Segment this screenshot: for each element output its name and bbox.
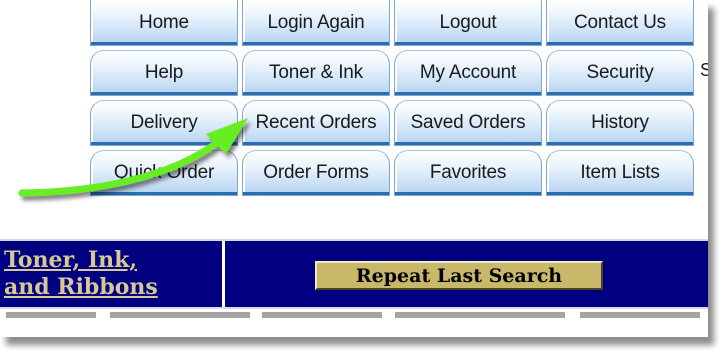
- repeat-last-search-button[interactable]: Repeat Last Search: [315, 261, 603, 290]
- tab-label: Security: [586, 62, 654, 83]
- tab-history[interactable]: History: [546, 100, 694, 146]
- tab-label: Favorites: [429, 162, 507, 183]
- tab-security[interactable]: Security: [546, 50, 694, 96]
- category-banner: Toner, Ink, and Ribbons Repeat Last Sear…: [0, 239, 708, 309]
- link-line-2: and Ribbons: [4, 274, 158, 300]
- cropped-edge-text: S: [700, 60, 708, 80]
- tab-recent-orders[interactable]: Recent Orders: [242, 100, 390, 146]
- tab-label: Help: [144, 62, 184, 83]
- tab-home[interactable]: Home: [90, 0, 238, 46]
- tab-help[interactable]: Help: [90, 50, 238, 96]
- link-line-1: Toner, Ink,: [4, 247, 138, 273]
- tab-label: Item Lists: [580, 162, 660, 183]
- tab-contact-us[interactable]: Contact Us: [546, 0, 694, 46]
- tab-favorites[interactable]: Favorites: [394, 150, 542, 196]
- tab-label: Quick Order: [113, 162, 215, 183]
- tab-label: Saved Orders: [410, 112, 526, 133]
- tab-label: Home: [139, 11, 189, 33]
- tab-label: Delivery: [130, 112, 198, 133]
- tab-delivery[interactable]: Delivery: [90, 100, 238, 146]
- toner-ink-ribbons-link[interactable]: Toner, Ink, and Ribbons: [4, 247, 220, 301]
- tab-label: Order Forms: [263, 162, 369, 183]
- tab-toner-ink[interactable]: Toner & Ink: [242, 50, 390, 96]
- tab-label: Contact Us: [574, 11, 666, 33]
- nav-tab-grid: Home Login Again Logout Contact Us Help …: [0, 0, 708, 205]
- tab-label: My Account: [419, 62, 517, 83]
- tab-quick-order[interactable]: Quick Order: [90, 150, 238, 196]
- tab-order-forms[interactable]: Order Forms: [242, 150, 390, 196]
- tab-logout[interactable]: Logout: [394, 0, 542, 46]
- torn-edge-strip: [0, 312, 708, 318]
- tab-label: Toner & Ink: [269, 62, 363, 83]
- tab-label: Recent Orders: [255, 112, 377, 133]
- tab-my-account[interactable]: My Account: [394, 50, 542, 96]
- screenshot-frame: Home Login Again Logout Contact Us Help …: [0, 0, 708, 337]
- tab-label: History: [591, 112, 649, 133]
- tab-label: Login Again: [267, 11, 365, 33]
- tab-item-lists[interactable]: Item Lists: [546, 150, 694, 196]
- tab-login-again[interactable]: Login Again: [242, 0, 390, 46]
- banner-divider: [222, 241, 225, 307]
- tab-label: Logout: [439, 11, 497, 33]
- tab-saved-orders[interactable]: Saved Orders: [394, 100, 542, 146]
- page: Home Login Again Logout Contact Us Help …: [0, 0, 721, 350]
